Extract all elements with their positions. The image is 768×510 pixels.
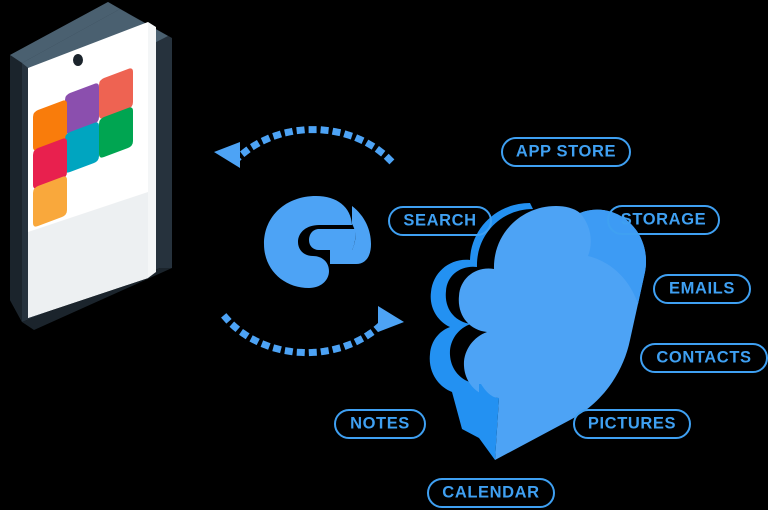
label-storage[interactable]: STORAGE	[607, 205, 720, 235]
tablet-left-edge-lower	[10, 55, 22, 322]
illustration-canvas: APP STORE SEARCH STORAGE EMAILS CONTACTS…	[0, 0, 768, 510]
tablet-screen-edge	[148, 22, 156, 278]
label-contacts[interactable]: CONTACTS	[640, 343, 768, 373]
tablet-device	[10, 2, 172, 330]
label-app-store[interactable]: APP STORE	[501, 137, 631, 167]
tablet-camera-icon	[73, 54, 83, 66]
label-contacts-text: CONTACTS	[656, 348, 752, 367]
label-pictures[interactable]: PICTURES	[573, 409, 691, 439]
edge-browser-logo[interactable]	[264, 196, 371, 288]
label-emails-text: EMAILS	[669, 279, 735, 298]
label-storage-text: STORAGE	[620, 210, 707, 229]
label-search[interactable]: SEARCH	[388, 206, 492, 236]
label-search-text: SEARCH	[403, 211, 477, 230]
label-notes-text: NOTES	[350, 414, 410, 433]
label-emails[interactable]: EMAILS	[653, 274, 751, 304]
sync-arrowhead-right-icon	[378, 306, 404, 332]
label-app-store-text: APP STORE	[515, 142, 617, 161]
label-calendar-text: CALENDAR	[442, 483, 540, 502]
sync-dotted-arrows	[214, 126, 404, 357]
sync-arrowhead-left-icon	[214, 142, 240, 168]
label-pictures-text: PICTURES	[587, 414, 677, 433]
label-calendar[interactable]: CALENDAR	[427, 478, 555, 508]
sync-arc-bottom	[221, 313, 389, 357]
sync-arc-top	[231, 126, 395, 165]
label-notes[interactable]: NOTES	[334, 409, 426, 439]
edge-logo-bar	[309, 229, 356, 250]
